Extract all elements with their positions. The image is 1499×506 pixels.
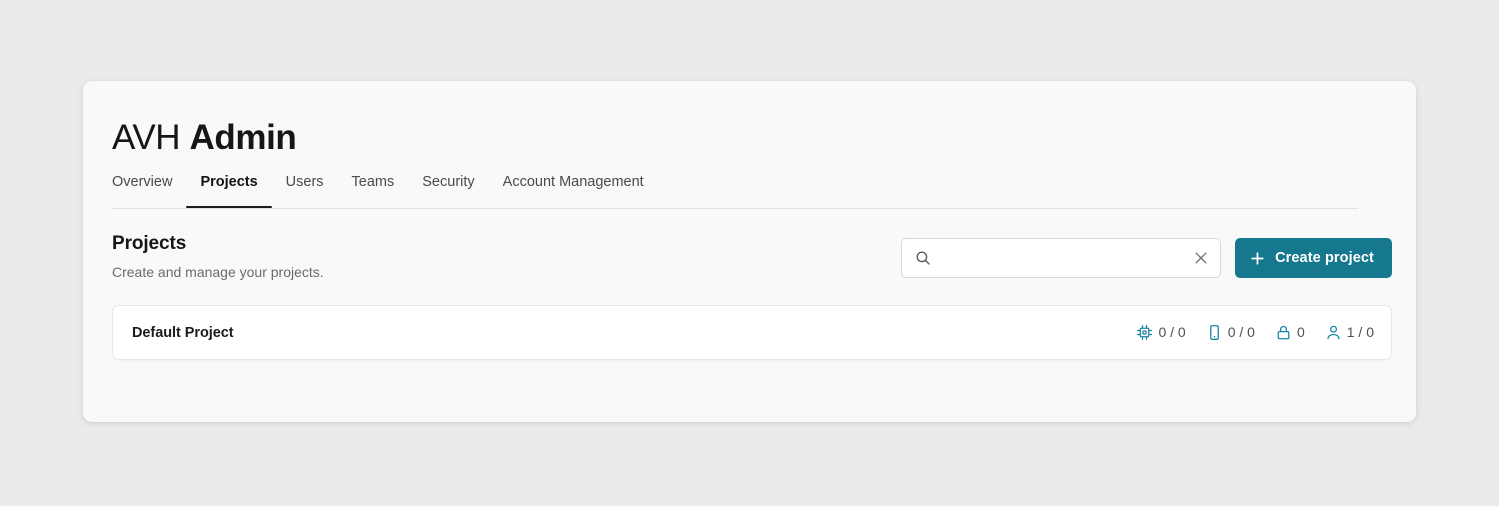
- project-stats: 0 / 0 0 / 0 0 1 / 0: [1136, 324, 1374, 341]
- cpu-icon: [1136, 324, 1153, 341]
- stat-locked: 0: [1275, 324, 1305, 341]
- project-row[interactable]: Default Project 0 / 0 0 / 0 0 1 / 0: [112, 305, 1392, 360]
- stat-instances: 0 / 0: [1136, 324, 1186, 341]
- stat-locked-value: 0: [1296, 324, 1305, 340]
- tab-account-management[interactable]: Account Management: [489, 173, 658, 207]
- tab-users[interactable]: Users: [272, 173, 338, 207]
- lock-icon: [1275, 324, 1292, 341]
- page-title: AVH Admin: [112, 115, 297, 160]
- close-icon[interactable]: [1193, 250, 1209, 266]
- tab-overview[interactable]: Overview: [112, 173, 186, 207]
- create-project-label: Create project: [1275, 250, 1374, 266]
- create-project-button[interactable]: Create project: [1235, 238, 1392, 278]
- search-field[interactable]: [901, 238, 1222, 278]
- search-input[interactable]: [902, 239, 1221, 277]
- tab-teams[interactable]: Teams: [338, 173, 409, 207]
- page-title-light: AVH: [112, 118, 190, 158]
- device-icon: [1206, 324, 1223, 341]
- admin-panel: AVH Admin Overview Projects Users Teams …: [83, 81, 1416, 422]
- tab-security[interactable]: Security: [408, 173, 488, 207]
- projects-toolbar: Create project: [901, 238, 1392, 278]
- stat-users: 1 / 0: [1325, 324, 1374, 341]
- project-list: Default Project 0 / 0 0 / 0 0 1 / 0: [112, 305, 1392, 360]
- stat-devices: 0 / 0: [1206, 324, 1255, 341]
- project-name: Default Project: [132, 324, 234, 341]
- tab-projects[interactable]: Projects: [186, 173, 272, 208]
- tab-bar: Overview Projects Users Teams Security A…: [112, 173, 1358, 209]
- page-title-bold: Admin: [189, 118, 297, 158]
- stat-instances-value: 0 / 0: [1158, 324, 1186, 340]
- plus-icon: [1250, 251, 1265, 266]
- search-icon: [915, 250, 931, 266]
- stat-users-value: 1 / 0: [1346, 324, 1374, 340]
- user-icon: [1325, 324, 1342, 341]
- stat-devices-value: 0 / 0: [1227, 324, 1255, 340]
